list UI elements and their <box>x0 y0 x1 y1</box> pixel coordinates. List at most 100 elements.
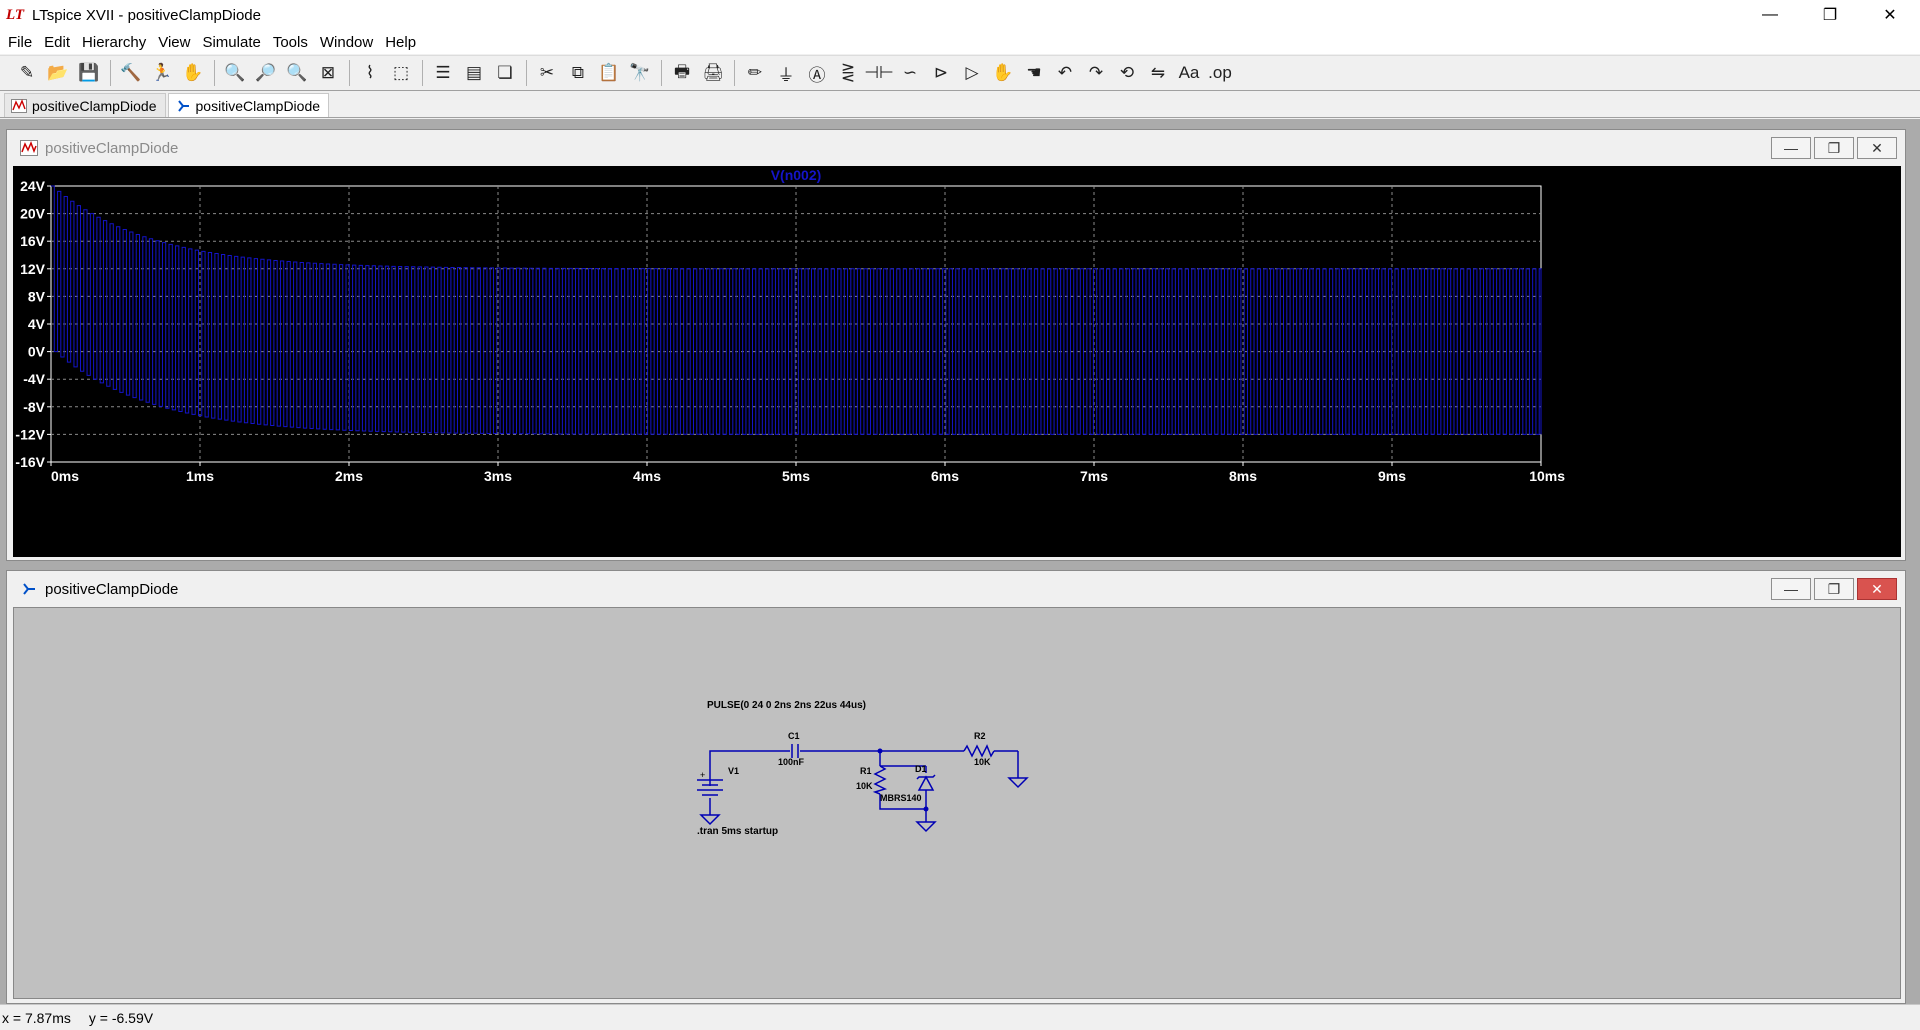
pan-icon[interactable]: 🔎 <box>251 58 281 88</box>
c1-capacitor[interactable]: C1 100nF <box>778 731 805 767</box>
restore-button[interactable]: ❐ <box>1800 0 1860 30</box>
menu-simulate[interactable]: Simulate <box>196 34 266 51</box>
waveform-maximize-button[interactable]: ❐ <box>1814 137 1854 159</box>
pulse-directive[interactable]: PULSE(0 24 0 2ns 2ns 22us 44us) <box>707 700 866 711</box>
spice-directive-icon[interactable]: .op <box>1205 58 1235 88</box>
x-tick-label: 1ms <box>186 468 214 484</box>
waveform-window: positiveClampDiode — ❐ ✕ 24V 20V 16V 12V 8V 4… <box>6 129 1906 561</box>
r2-resistor[interactable]: R2 10K <box>963 731 995 767</box>
waveform-close-button[interactable]: ✕ <box>1857 137 1897 159</box>
schematic-minimize-button[interactable]: — <box>1771 578 1811 600</box>
undo-icon[interactable]: ↶ <box>1050 58 1080 88</box>
menu-tools[interactable]: Tools <box>267 34 314 51</box>
move-icon[interactable]: ✋ <box>988 58 1018 88</box>
toolbar-separator <box>526 60 527 86</box>
open-icon[interactable]: 📂 <box>43 58 73 88</box>
v1-label: V1 <box>728 766 739 776</box>
halt-icon[interactable]: ✋ <box>178 58 208 88</box>
close-button[interactable]: ✕ <box>1860 0 1920 30</box>
svg-text:+: + <box>700 770 705 780</box>
tab-label: positiveClampDiode <box>195 97 321 114</box>
tile-vertical-icon[interactable]: ▤ <box>459 58 489 88</box>
tile-horizontal-icon[interactable]: ☰ <box>428 58 458 88</box>
capacitor-icon[interactable]: ⊣⊢ <box>864 58 894 88</box>
menu-hierarchy[interactable]: Hierarchy <box>76 34 152 51</box>
rotate-icon[interactable]: ⟲ <box>1112 58 1142 88</box>
x-tick-label: 3ms <box>484 468 512 484</box>
delete-plot-icon[interactable]: ⬚ <box>386 58 416 88</box>
schematic-canvas[interactable]: PULSE(0 24 0 2ns 2ns 22us 44us) .tran 5m… <box>13 607 1901 999</box>
r2-label: R2 <box>974 731 986 741</box>
ground-d1-icon <box>915 821 937 833</box>
component-icon[interactable]: ▷ <box>957 58 987 88</box>
y-tick-label: 16V <box>20 233 46 249</box>
resistor-icon[interactable]: ⋛ <box>833 58 863 88</box>
waveform-icon <box>11 98 27 113</box>
schematic-close-button[interactable]: ✕ <box>1857 578 1897 600</box>
drag-icon[interactable]: ☚ <box>1019 58 1049 88</box>
title-bar: LT LTspice XVII - positiveClampDiode — ❐… <box>0 0 1920 30</box>
redo-icon[interactable]: ↷ <box>1081 58 1111 88</box>
cursor-y-readout: y = -6.59V <box>88 1009 154 1026</box>
ground-icon[interactable]: ⏚ <box>771 58 801 88</box>
mirror-icon[interactable]: ⇋ <box>1143 58 1173 88</box>
control-panel-icon[interactable]: 🔨 <box>116 58 146 88</box>
v1-voltage-source[interactable]: + V1 <box>697 766 739 796</box>
tran-directive[interactable]: .tran 5ms startup <box>697 826 778 837</box>
print-preview-icon[interactable]: 🖨 <box>698 58 728 88</box>
mdi-workspace: positiveClampDiode — ❐ ✕ 24V 20V 16V 12V 8V 4… <box>0 119 1920 1004</box>
label-net-icon[interactable]: Ⓐ <box>802 58 832 88</box>
status-bar: x = 7.87ms y = -6.59V <box>0 1004 1920 1030</box>
zoom-out-icon[interactable]: 🔍 <box>282 58 312 88</box>
x-tick-label: 4ms <box>633 468 661 484</box>
menu-window[interactable]: Window <box>314 34 379 51</box>
x-tick-label: 8ms <box>1229 468 1257 484</box>
toolbar-separator <box>734 60 735 86</box>
print-icon[interactable]: 🖶 <box>667 58 697 88</box>
cascade-icon[interactable]: ❏ <box>490 58 520 88</box>
schematic-window-titlebar[interactable]: positiveClampDiode — ❐ ✕ <box>7 571 1905 607</box>
inductor-icon[interactable]: ∽ <box>895 58 925 88</box>
schematic-icon <box>175 99 191 113</box>
ground-v1-icon <box>699 814 721 826</box>
menu-edit[interactable]: Edit <box>38 34 76 51</box>
tab-waveform[interactable]: positiveClampDiode <box>4 93 166 117</box>
draw-wire-icon[interactable]: ✏ <box>740 58 770 88</box>
x-tick-label: 6ms <box>931 468 959 484</box>
r1-resistor[interactable]: R1 10K <box>856 765 888 795</box>
schematic-maximize-button[interactable]: ❐ <box>1814 578 1854 600</box>
autorange-icon[interactable]: ⌇ <box>355 58 385 88</box>
menu-file[interactable]: File <box>2 34 38 51</box>
waveform-window-controls: — ❐ ✕ <box>1768 137 1897 159</box>
diode-icon[interactable]: ⊳ <box>926 58 956 88</box>
toolbar: ✎ 📂 💾 🔨 🏃 ✋ 🔍 🔎 🔍 ⊠ ⌇ ⬚ ☰ ▤ ❏ ✂ ⧉ 📋 🔭 🖶 🖨 ✏ ⏚ Ⓐ ⋛ ⊣⊢ ∽ ⊳ ▷ ✋ ☚ ↶ ↷ ⟲ ⇋ Aa .o… <box>0 55 1920 91</box>
waveform-chart[interactable]: 24V 20V 16V 12V 8V 4V 0V -4V -8V -12V -16V 0ms 1ms 2m… <box>13 166 1901 557</box>
schematic-window: positiveClampDiode — ❐ ✕ PULSE(0 24 0 2n… <box>6 570 1906 1004</box>
run-icon[interactable]: 🏃 <box>147 58 177 88</box>
cut-icon[interactable]: ✂ <box>532 58 562 88</box>
waveform-window-titlebar[interactable]: positiveClampDiode — ❐ ✕ <box>7 130 1905 166</box>
copy-icon[interactable]: ⧉ <box>563 58 593 88</box>
window-title: LTspice XVII - positiveClampDiode <box>32 6 261 24</box>
y-tick-label: 8V <box>28 288 46 304</box>
save-icon[interactable]: 💾 <box>74 58 104 88</box>
tab-schematic[interactable]: positiveClampDiode <box>167 93 330 117</box>
menu-help[interactable]: Help <box>379 34 422 51</box>
junction-node <box>877 748 883 754</box>
menu-view[interactable]: View <box>152 34 196 51</box>
minimize-button[interactable]: — <box>1740 0 1800 30</box>
toolbar-separator <box>349 60 350 86</box>
text-icon[interactable]: Aa <box>1174 58 1204 88</box>
x-tick-label: 0ms <box>51 468 79 484</box>
zoom-in-icon[interactable]: 🔍 <box>220 58 250 88</box>
waveform-plot[interactable]: 24V 20V 16V 12V 8V 4V 0V -4V -8V -12V -16V 0ms 1ms 2m… <box>13 166 1901 557</box>
paste-icon[interactable]: 📋 <box>594 58 624 88</box>
find-icon[interactable]: 🔭 <box>625 58 655 88</box>
schematic-drawing[interactable]: PULSE(0 24 0 2ns 2ns 22us 44us) .tran 5m… <box>14 608 1902 1000</box>
zoom-fit-icon[interactable]: ⊠ <box>313 58 343 88</box>
y-tick-label: -12V <box>15 426 45 442</box>
ltspice-logo-icon: LT <box>6 7 25 23</box>
new-schematic-icon[interactable]: ✎ <box>12 58 42 88</box>
tab-label: positiveClampDiode <box>32 97 157 114</box>
waveform-minimize-button[interactable]: — <box>1771 137 1811 159</box>
